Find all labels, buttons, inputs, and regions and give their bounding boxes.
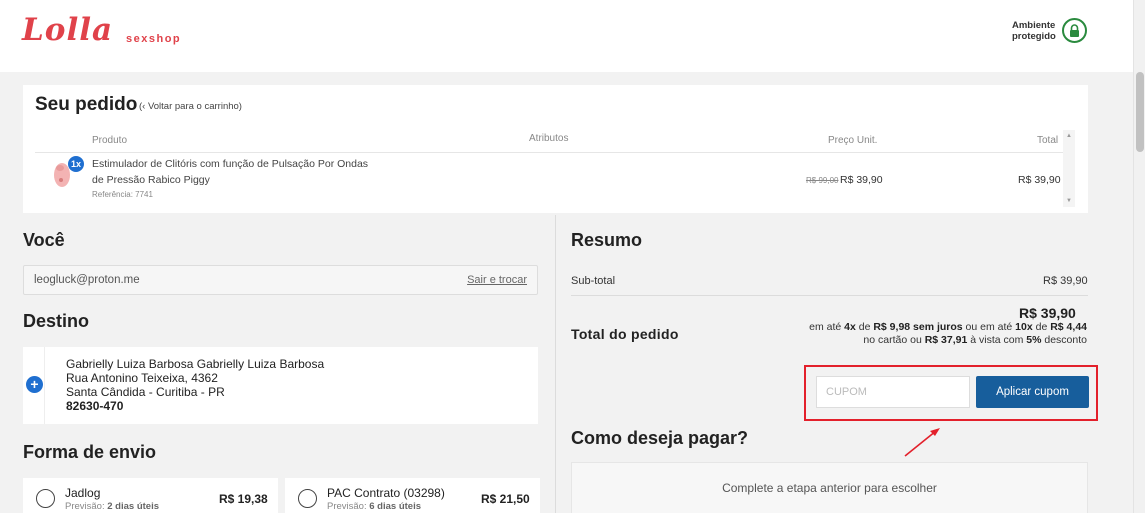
shipping-radio[interactable] bbox=[36, 489, 55, 508]
customer-email: leogluck@proton.me bbox=[34, 274, 140, 286]
page-scrollbar[interactable] bbox=[1133, 0, 1145, 513]
total-value: R$ 39,90 bbox=[1019, 305, 1076, 321]
product-reference: Referência: 7741 bbox=[92, 190, 153, 199]
shipping-price: R$ 21,50 bbox=[481, 492, 530, 506]
column-product: Produto bbox=[92, 135, 128, 146]
shipping-name: PAC Contrato (03298) bbox=[327, 486, 445, 500]
address-zip: 82630-470 bbox=[66, 399, 124, 413]
secure-environment-label: Ambiente protegido bbox=[1012, 20, 1056, 42]
shipping-option-jadlog[interactable]: Jadlog Previsão: 2 dias úteis R$ 19,38 bbox=[23, 478, 278, 513]
address-district: Santa Cândida - Curitiba - PR bbox=[66, 385, 225, 399]
payment-message: Complete a etapa anterior para escolher bbox=[722, 481, 937, 495]
address-stripe: + bbox=[23, 347, 45, 424]
column-unit-price: Preço Unit. bbox=[828, 135, 878, 146]
summary-divider bbox=[571, 295, 1088, 296]
total-label: Total do pedido bbox=[571, 326, 679, 342]
installments-text: em até 4x de R$ 9,98 sem juros ou em até… bbox=[809, 321, 1087, 346]
shipping-days: Previsão: 6 dias úteis bbox=[327, 501, 421, 512]
shipping-title: Forma de envio bbox=[23, 442, 157, 462]
logout-link[interactable]: Sair e trocar bbox=[467, 274, 527, 286]
address-lines: Gabrielly Luiza Barbosa Gabrielly Luiza … bbox=[66, 357, 324, 413]
annotation-arrow bbox=[904, 428, 940, 457]
customer-email-box: leogluck@proton.me Sair e trocar bbox=[23, 265, 538, 295]
plus-icon[interactable]: + bbox=[26, 376, 43, 393]
coupon-highlight: Aplicar cupom bbox=[804, 365, 1098, 421]
column-divider bbox=[555, 215, 556, 513]
address-street: Rua Antonino Teixeixa, 4362 bbox=[66, 371, 218, 385]
address-name: Gabrielly Luiza Barbosa Gabrielly Luiza … bbox=[66, 357, 325, 371]
summary-title: Resumo bbox=[571, 230, 643, 250]
old-price: R$ 99,00 bbox=[806, 176, 839, 185]
shipping-price: R$ 19,38 bbox=[219, 492, 268, 506]
header: Lolla sexshop Ambiente protegido bbox=[0, 0, 1133, 72]
destination-title: Destino bbox=[23, 311, 90, 331]
scroll-up-icon[interactable]: ▲ bbox=[1066, 133, 1072, 139]
subtotal-value: R$ 39,90 bbox=[1043, 275, 1088, 287]
coupon-input[interactable] bbox=[816, 376, 970, 408]
quantity-badge: 1x bbox=[68, 156, 84, 172]
logo[interactable]: Lolla bbox=[22, 12, 113, 48]
column-attributes: Atributos bbox=[529, 133, 569, 144]
customer-title: Você bbox=[23, 230, 65, 250]
logo-subtitle: sexshop bbox=[126, 33, 182, 45]
order-title: Seu pedido bbox=[35, 94, 138, 115]
payment-title: Como deseja pagar? bbox=[571, 428, 749, 448]
subtotal-label: Sub-total bbox=[571, 275, 616, 287]
row-total: R$ 39,90 bbox=[1018, 174, 1061, 186]
unit-price: R$ 39,90 bbox=[840, 174, 883, 186]
order-card: Seu pedido (‹ Voltar para o carrinho) Pr… bbox=[23, 85, 1088, 213]
apply-coupon-button[interactable]: Aplicar cupom bbox=[976, 376, 1089, 408]
address-card[interactable]: + Gabrielly Luiza Barbosa Gabrielly Luiz… bbox=[23, 347, 538, 424]
column-total: Total bbox=[1037, 135, 1059, 146]
shipping-radio[interactable] bbox=[298, 489, 317, 508]
shipping-days: Previsão: 2 dias úteis bbox=[65, 501, 159, 512]
scroll-thumb[interactable] bbox=[1136, 72, 1144, 152]
table-scrollbar[interactable]: ▲ ▼ bbox=[1063, 130, 1075, 207]
lock-icon bbox=[1062, 18, 1087, 43]
product-name[interactable]: Estimulador de Clitóris com função de Pu… bbox=[92, 156, 382, 188]
payment-box: Complete a etapa anterior para escolher bbox=[571, 462, 1088, 513]
table-divider bbox=[35, 152, 1075, 153]
shipping-option-pac[interactable]: PAC Contrato (03298) Previsão: 6 dias út… bbox=[285, 478, 540, 513]
scroll-down-icon[interactable]: ▼ bbox=[1066, 198, 1072, 204]
shipping-name: Jadlog bbox=[65, 486, 101, 500]
back-to-cart-link[interactable]: (‹ Voltar para o carrinho) bbox=[139, 101, 242, 112]
